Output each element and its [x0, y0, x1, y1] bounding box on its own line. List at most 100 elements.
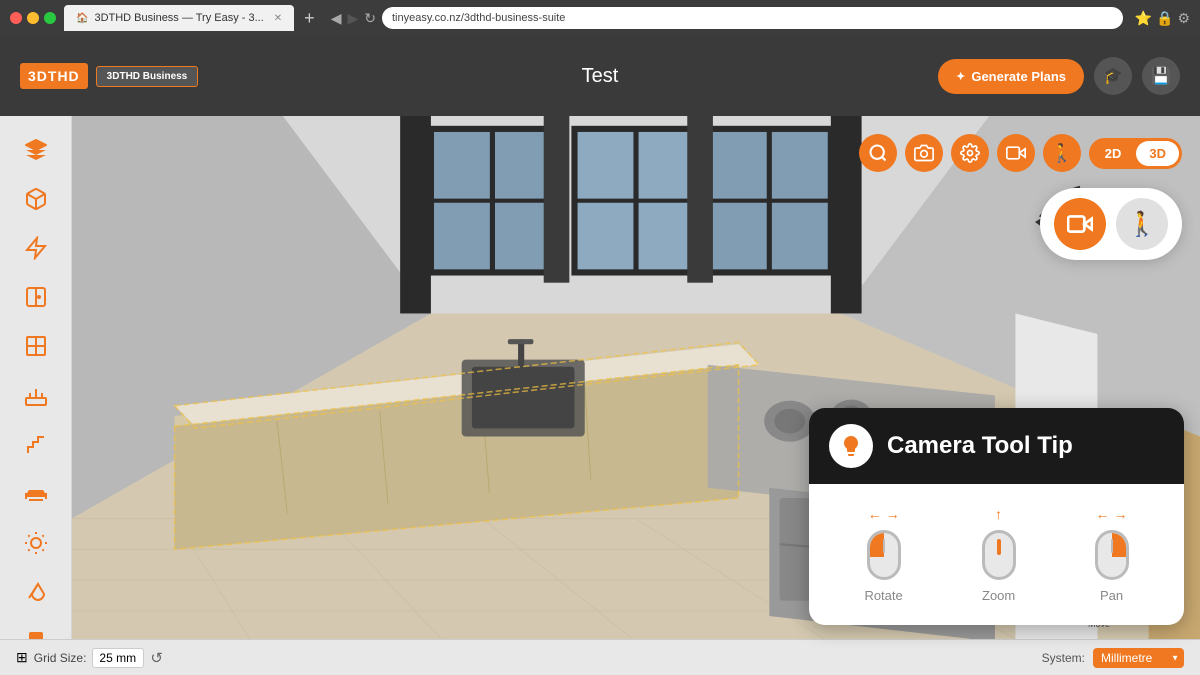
sofa-icon [24, 482, 48, 506]
stairs-icon [24, 433, 48, 457]
door-icon [24, 285, 48, 309]
paint-icon [24, 580, 48, 604]
mouse-rotate [867, 530, 901, 580]
tab-close[interactable]: ✕ [274, 13, 282, 24]
top-toolbar: 🚶 2D 3D [859, 134, 1182, 172]
logo-3dthd: 3DTHD [20, 63, 88, 89]
zoom-arrows: ↑ [995, 506, 1002, 522]
video-camera-icon [1067, 211, 1093, 237]
address-text: tinyeasy.co.nz/3dthd-business-suite [392, 12, 565, 24]
arrow-right-icon: → [886, 506, 900, 522]
logo-business: 3DTHD Business [96, 66, 199, 87]
logo-area: 3DTHD 3DTHD Business [20, 63, 198, 89]
scan-icon [868, 143, 888, 163]
rotate-arrows: ← → [868, 506, 900, 522]
maximize-dot[interactable] [44, 12, 56, 24]
tooltip-zoom: ↑ Zoom [982, 506, 1016, 603]
arrow-left-icon: ← [868, 506, 882, 522]
bottom-bar: ⊞ Grid Size: ↺ System: Millimetre Inch C… [0, 639, 1200, 675]
ext-icon-2: 🔒 [1156, 10, 1173, 27]
camera-video-button[interactable] [1054, 198, 1106, 250]
grid-size-control: ⊞ Grid Size: ↺ [16, 648, 163, 668]
sidebar-icon-layers[interactable] [14, 128, 58, 171]
ext-icon-3: ⚙ [1177, 10, 1190, 27]
tab-title: 3DTHD Business — Try Easy - 3... [94, 12, 263, 24]
main-area: 🚶 2D 3D 🚶 [0, 116, 1200, 675]
lightbulb-icon [839, 434, 863, 458]
sidebar-icon-light[interactable] [14, 522, 58, 565]
browser-tab[interactable]: 🏠 3DTHD Business — Try Easy - 3... ✕ [64, 5, 294, 31]
tool-scan-button[interactable] [859, 134, 897, 172]
sidebar-icon-door[interactable] [14, 276, 58, 319]
nav-refresh[interactable]: ↻ [364, 10, 376, 27]
video-icon [1006, 143, 1026, 163]
settings-icon [960, 143, 980, 163]
app: 3DTHD 3DTHD Business Test ✦ Generate Pla… [0, 36, 1200, 675]
camera-tooltip-panel: Camera Tool Tip ← → Rotate [809, 408, 1184, 625]
light-icon [24, 531, 48, 555]
pan-arrows: ← → [1096, 506, 1128, 522]
save-button[interactable]: 💾 [1142, 57, 1180, 95]
tooltip-header: Camera Tool Tip [809, 408, 1184, 484]
tool-video-button[interactable] [997, 134, 1035, 172]
tab-favicon: 🏠 [76, 13, 88, 24]
header-right: ✦ Generate Plans 🎓 💾 [938, 57, 1180, 95]
tooltip-pan: ← → Pan [1095, 506, 1129, 603]
ext-icon-1: ⭐ [1135, 10, 1152, 27]
new-tab-btn[interactable]: + [304, 8, 315, 29]
pan-label: Pan [1100, 588, 1123, 603]
tool-walk-button[interactable]: 🚶 [1043, 134, 1081, 172]
sidebar-icon-cube[interactable] [14, 177, 58, 220]
pan-arrow-right-icon: → [1114, 506, 1128, 522]
reset-grid-button[interactable]: ↺ [150, 649, 163, 667]
zoom-label: Zoom [982, 588, 1015, 603]
nav-forward[interactable]: ▶ [347, 10, 358, 27]
minimize-dot[interactable] [27, 12, 39, 24]
system-select-wrap: Millimetre Inch Centimetre ▼ [1093, 648, 1184, 668]
tooltip-rotate: ← → Rotate [864, 506, 902, 603]
left-sidebar [0, 116, 72, 675]
camera-walk-button[interactable]: 🚶 [1116, 198, 1168, 250]
tag-icon [24, 236, 48, 260]
cube-icon [24, 187, 48, 211]
tool-camera-button[interactable] [905, 134, 943, 172]
sidebar-icon-sofa[interactable] [14, 472, 58, 515]
viewport[interactable]: 🚶 2D 3D 🚶 [72, 116, 1200, 675]
mouse-pan [1095, 530, 1129, 580]
bottom-right: System: Millimetre Inch Centimetre ▼ [1042, 648, 1184, 668]
camera-mode-switcher: 🚶 [1040, 188, 1182, 260]
sidebar-icon-tag[interactable] [14, 226, 58, 269]
address-bar[interactable]: tinyeasy.co.nz/3dthd-business-suite [382, 7, 1123, 29]
sidebar-icon-floor[interactable] [14, 374, 58, 417]
pan-arrow-left-icon: ← [1096, 506, 1110, 522]
grid-icon: ⊞ [16, 649, 28, 666]
arrow-up-icon: ↑ [995, 506, 1002, 522]
sidebar-icon-stairs[interactable] [14, 423, 58, 466]
tooltip-body: ← → Rotate ↑ [809, 484, 1184, 625]
grid-input[interactable] [92, 648, 144, 668]
sidebar-icon-window[interactable] [14, 325, 58, 368]
tool-settings-button[interactable] [951, 134, 989, 172]
camera-icon [914, 143, 934, 163]
window-icon [24, 334, 48, 358]
view-toggle: 2D 3D [1089, 138, 1182, 169]
floor-icon [24, 384, 48, 408]
view-3d-button[interactable]: 3D [1136, 141, 1179, 166]
tutorial-button[interactable]: 🎓 [1094, 57, 1132, 95]
app-header: 3DTHD 3DTHD Business Test ✦ Generate Pla… [0, 36, 1200, 116]
system-select[interactable]: Millimetre Inch Centimetre [1093, 648, 1184, 668]
mouse-zoom [982, 530, 1016, 580]
close-dot[interactable] [10, 12, 22, 24]
header-title: Test [582, 65, 619, 88]
browser-chrome: 🏠 3DTHD Business — Try Easy - 3... ✕ + ◀… [0, 0, 1200, 36]
rotate-label: Rotate [864, 588, 902, 603]
browser-nav-bar: ◀ ▶ ↻ tinyeasy.co.nz/3dthd-business-suit… [331, 7, 1190, 29]
view-2d-button[interactable]: 2D [1092, 141, 1135, 166]
tooltip-title: Camera Tool Tip [887, 432, 1073, 460]
system-label: System: [1042, 651, 1085, 665]
layers-icon [24, 138, 48, 162]
nav-back[interactable]: ◀ [331, 10, 342, 27]
tooltip-icon-circle [829, 424, 873, 468]
sidebar-icon-paint[interactable] [14, 571, 58, 614]
generate-plans-button[interactable]: ✦ Generate Plans [938, 59, 1084, 94]
